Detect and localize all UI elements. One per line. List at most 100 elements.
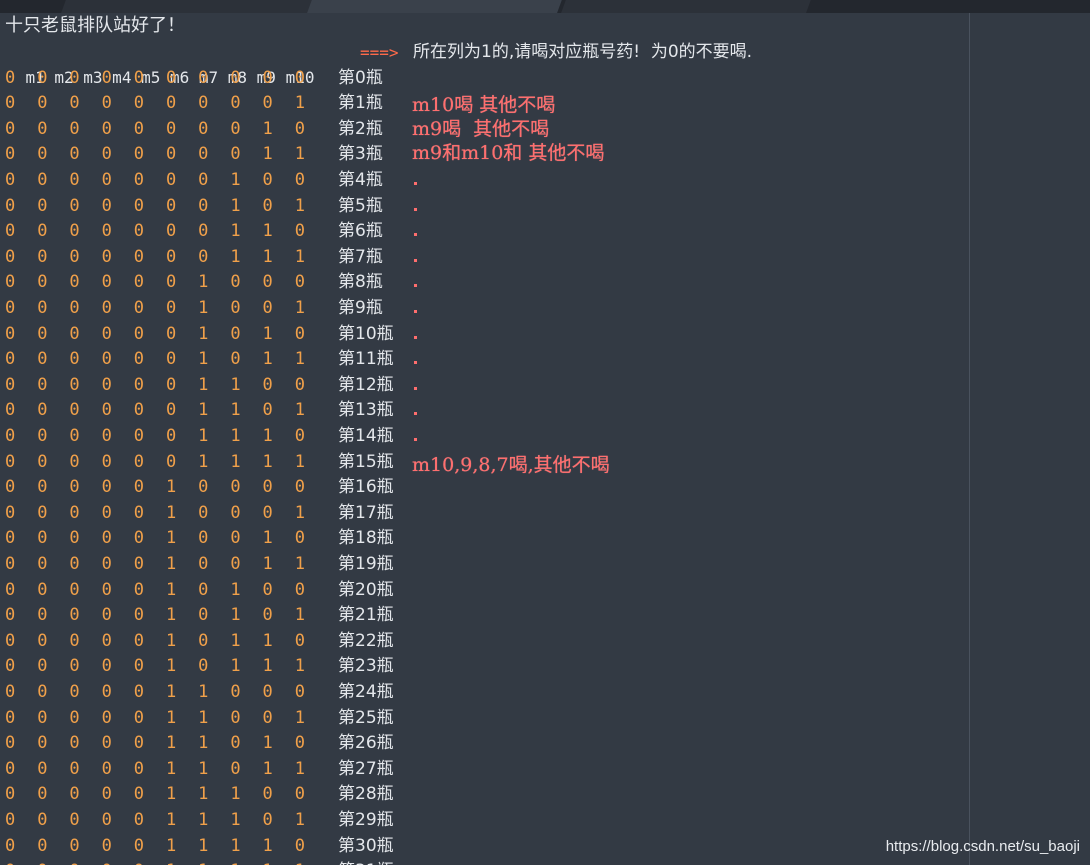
table-row: 0000000000 <box>5 66 327 91</box>
bit-cell: 0 <box>101 272 112 293</box>
bit-cell: 0 <box>5 477 16 498</box>
bit-cell: 0 <box>133 297 144 318</box>
bit-values: 0000001111 <box>5 452 327 472</box>
bit-cell: 1 <box>294 553 305 574</box>
bit-cell: 0 <box>294 425 305 446</box>
bit-cell: 0 <box>5 835 16 856</box>
bit-cell: 0 <box>101 221 112 242</box>
bit-cell: 0 <box>230 733 241 754</box>
table-row: 0000011011 <box>5 757 327 782</box>
bit-cell: 0 <box>5 118 16 139</box>
bit-cell: 0 <box>37 349 48 370</box>
bit-cell: 0 <box>133 93 144 114</box>
bit-cell: 0 <box>69 374 80 395</box>
bit-cell: 0 <box>198 144 209 165</box>
bit-cell: 0 <box>101 579 112 600</box>
bit-cell: 1 <box>165 477 177 498</box>
tab-bar <box>0 0 1090 13</box>
bit-cell: 0 <box>133 707 144 728</box>
table-row: 0000011010 <box>5 731 327 756</box>
bit-cell: 0 <box>101 630 112 651</box>
bit-cell: 0 <box>5 681 16 702</box>
bit-cell: 0 <box>294 784 305 805</box>
bit-cell: 0 <box>69 246 80 267</box>
bit-cell: 0 <box>262 605 273 626</box>
bit-cell: 0 <box>37 323 48 344</box>
bit-cell: 0 <box>133 400 144 421</box>
tab-3[interactable] <box>561 0 816 13</box>
bit-cell: 0 <box>37 93 48 114</box>
bottle-label: 第14瓶 <box>338 425 394 446</box>
ruler-line <box>969 13 970 865</box>
bit-cell: 1 <box>165 656 177 677</box>
bit-values: 0000011000 <box>5 682 327 702</box>
bit-cell: 0 <box>69 477 80 498</box>
bit-cell: 0 <box>37 707 48 728</box>
bit-cell: 0 <box>101 502 112 523</box>
tab-1[interactable] <box>61 0 321 13</box>
bit-cell: 0 <box>133 144 144 165</box>
bit-cell: 1 <box>230 859 262 865</box>
bit-cell: 0 <box>262 707 273 728</box>
bit-cell: 1 <box>262 758 273 779</box>
bit-values: 0000001110 <box>5 426 327 446</box>
bit-cell: 0 <box>37 477 48 498</box>
bit-cell: 0 <box>262 477 273 498</box>
bit-cell: 1 <box>294 605 305 626</box>
table-row: 0000011111 <box>5 859 327 865</box>
table-row: 0000011000 <box>5 680 327 705</box>
bit-values: 0000011011 <box>5 759 327 779</box>
bit-cell: 0 <box>5 784 16 805</box>
bottle-label: 第16瓶 <box>338 477 394 498</box>
bit-cell: 0 <box>262 809 273 830</box>
bit-cell: 0 <box>101 733 112 754</box>
bit-cell: 0 <box>165 118 177 139</box>
bit-cell: 0 <box>37 605 48 626</box>
bit-cell: 0 <box>133 681 144 702</box>
bit-cell: 0 <box>262 579 273 600</box>
bit-cell: 0 <box>37 425 48 446</box>
bit-values: 0000010011 <box>5 554 327 574</box>
bit-cell: 0 <box>69 630 80 651</box>
bit-cell: 1 <box>262 630 273 651</box>
annotation-row3: m9和m10和 其他不喝 <box>412 142 605 164</box>
annotation-dot <box>414 335 417 339</box>
bit-cell: 1 <box>198 451 209 472</box>
bit-cell: 0 <box>69 169 80 190</box>
bit-cell: 1 <box>198 400 209 421</box>
bit-cell: 0 <box>69 859 101 865</box>
tab-2-active[interactable] <box>307 0 567 13</box>
bit-cell: 0 <box>294 221 305 242</box>
bit-cell: 1 <box>165 758 177 779</box>
bit-cell: 1 <box>262 835 273 856</box>
annotation-dot <box>414 309 417 313</box>
table-row: 0000010000 <box>5 475 327 500</box>
table-row: 0000000110 <box>5 219 327 244</box>
bit-cell: 0 <box>69 195 80 216</box>
bit-cell: 0 <box>198 477 209 498</box>
bit-cell: 0 <box>165 323 177 344</box>
bit-cell: 1 <box>294 758 305 779</box>
bit-cell: 0 <box>230 758 241 779</box>
bit-cell: 1 <box>294 144 305 165</box>
bit-cell: 0 <box>294 630 305 651</box>
table-row: 0000010001 <box>5 501 327 526</box>
bit-cell: 0 <box>230 707 241 728</box>
bit-values: 0000001011 <box>5 349 327 369</box>
bottle-label: 第0瓶 <box>338 67 383 88</box>
bit-cell: 0 <box>101 93 112 114</box>
bottle-label: 第27瓶 <box>338 758 394 779</box>
bit-values: 0000010101 <box>5 605 327 625</box>
bit-cell: 0 <box>133 451 144 472</box>
bit-cell: 0 <box>198 246 209 267</box>
bit-cell: 0 <box>37 246 48 267</box>
bottle-label: 第15瓶 <box>338 451 394 472</box>
bit-cell: 0 <box>69 553 80 574</box>
bottle-label: 第13瓶 <box>338 400 394 421</box>
bit-cell: 1 <box>165 681 177 702</box>
bit-cell: 0 <box>101 297 112 318</box>
bit-cell: 0 <box>133 67 144 88</box>
bit-cell: 0 <box>5 809 16 830</box>
bit-cell: 1 <box>263 859 295 865</box>
arrow-marker: ===> <box>360 43 399 62</box>
